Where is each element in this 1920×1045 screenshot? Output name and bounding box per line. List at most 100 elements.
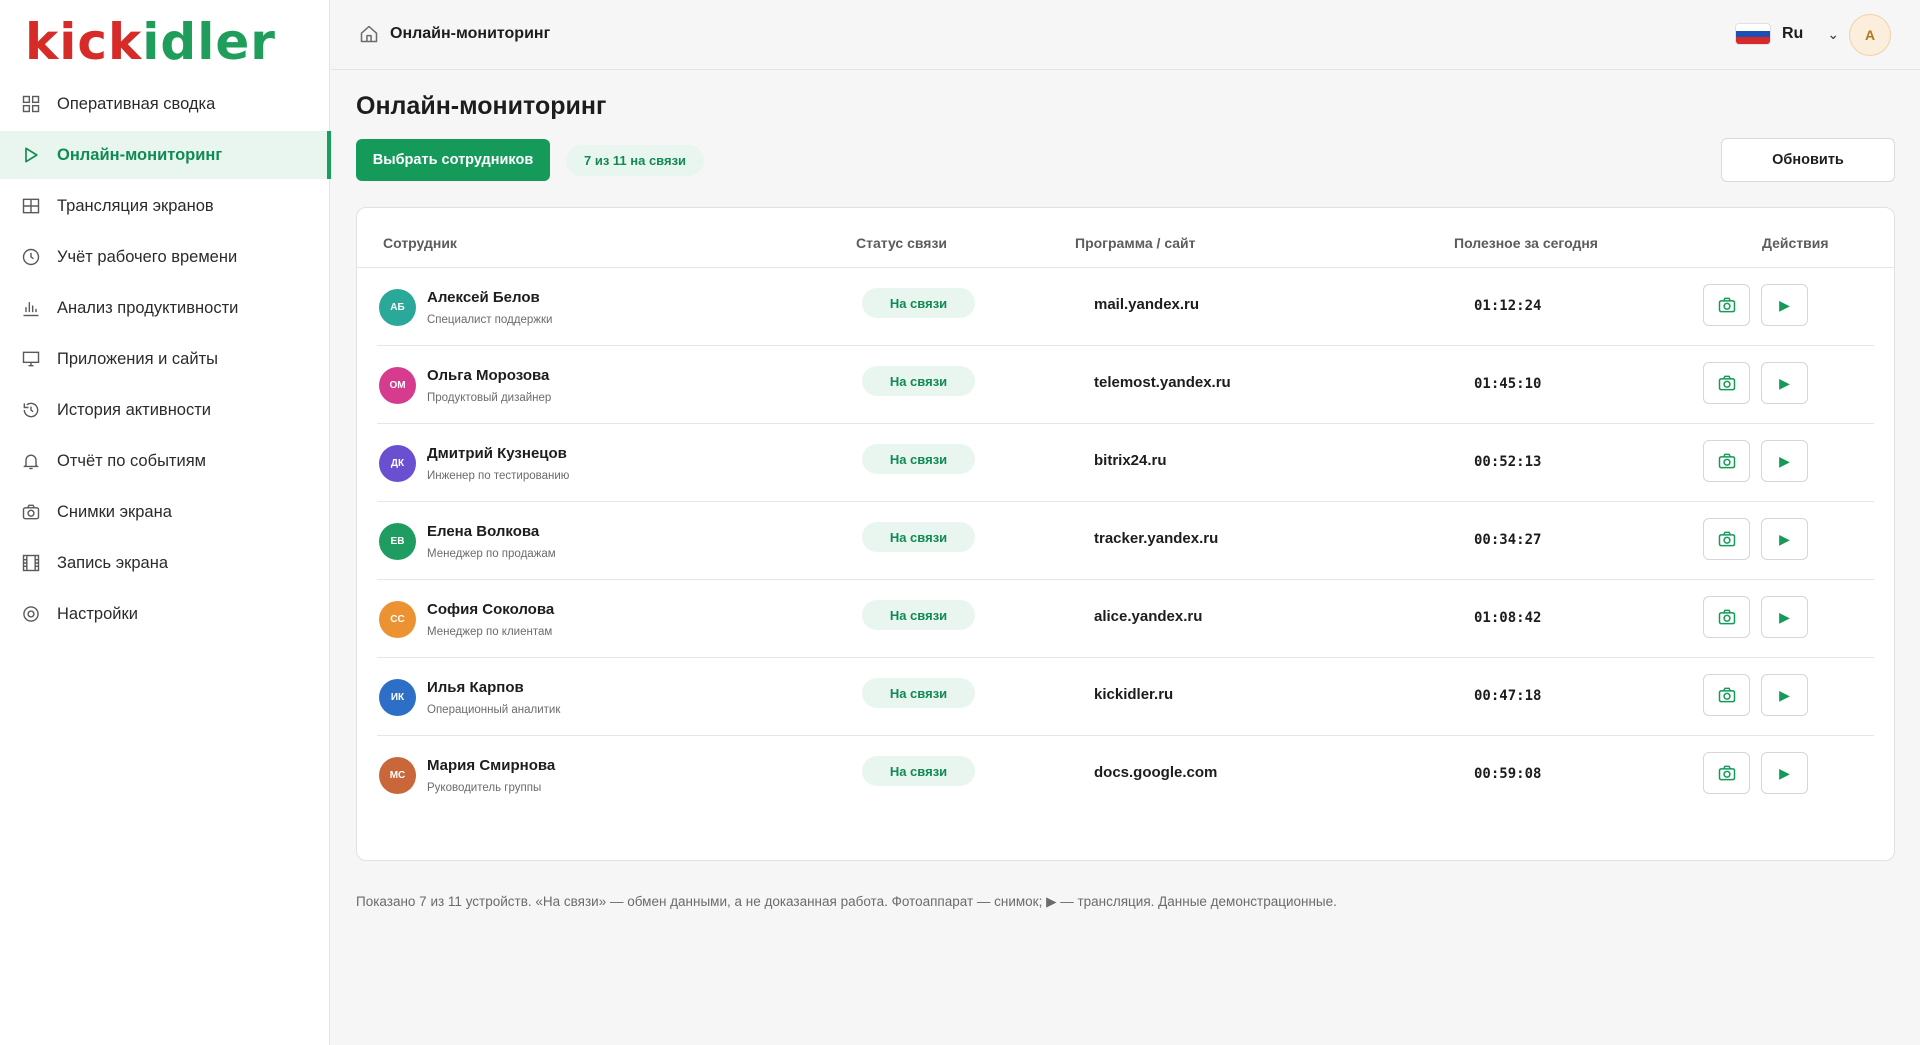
table-row[interactable]: ЕВ Елена Волкова Менеджер по продажам На св… — [377, 502, 1874, 580]
online-count-badge: 7 из 11 на связи — [566, 145, 705, 176]
sidebar-item-label: Снимки экрана — [57, 502, 172, 521]
language-selector[interactable]: Ru ⌄ — [1736, 24, 1839, 44]
play-icon: ▶ — [1779, 296, 1790, 313]
employee-role: Операционный аналитик — [427, 704, 561, 716]
employee-name[interactable]: Илья Карпов — [427, 679, 524, 696]
user-avatar[interactable]: A — [1849, 14, 1891, 56]
sidebar-item-5[interactable]: Приложения и сайты — [0, 335, 330, 383]
camera-icon — [1717, 763, 1737, 783]
screenshot-button[interactable] — [1703, 518, 1750, 560]
sidebar-item-8[interactable]: Снимки экрана — [0, 488, 330, 536]
footnote: Показано 7 из 11 устройств. «На связи» —… — [356, 894, 1337, 909]
column-header-status[interactable]: Статус связи — [856, 235, 947, 251]
live-stream-button[interactable]: ▶ — [1761, 362, 1808, 404]
column-header-employee[interactable]: Сотрудник — [383, 235, 457, 251]
play-outline-icon — [20, 144, 42, 166]
sidebar-item-label: Оперативная сводка — [57, 94, 216, 113]
sidebar-item-6[interactable]: История активности — [0, 386, 330, 434]
useful-time: 00:59:08 — [1474, 766, 1542, 782]
status-badge: На связи — [862, 288, 975, 318]
sidebar-item-2[interactable]: Трансляция экранов — [0, 182, 330, 230]
employee-name[interactable]: Дмитрий Кузнецов — [427, 445, 567, 462]
employee-role: Специалист поддержки — [427, 314, 553, 326]
live-stream-button[interactable]: ▶ — [1761, 518, 1808, 560]
table-icon — [20, 195, 42, 217]
current-app: kickidler.ru — [1094, 686, 1174, 703]
status-badge: На связи — [862, 366, 975, 396]
film-icon — [20, 552, 42, 574]
bell-icon — [20, 450, 42, 472]
employee-role: Руководитель группы — [427, 782, 542, 794]
camera-icon — [1717, 451, 1737, 471]
breadcrumb-current: Онлайн-мониторинг — [390, 25, 551, 42]
sidebar-item-10[interactable]: Настройки — [0, 590, 330, 638]
table-body: АБ Алексей Белов Специалист поддержки На св… — [357, 268, 1894, 814]
sidebar-item-9[interactable]: Запись экрана — [0, 539, 330, 587]
play-icon: ▶ — [1779, 530, 1790, 547]
employee-name[interactable]: Ольга Морозова — [427, 367, 549, 384]
breadcrumb: Онлайн-мониторинг — [359, 24, 550, 44]
column-header-app[interactable]: Программа / сайт — [1075, 235, 1196, 251]
live-stream-button[interactable]: ▶ — [1761, 674, 1808, 716]
play-icon: ▶ — [1779, 764, 1790, 781]
sidebar-item-1[interactable]: Онлайн-мониторинг — [0, 131, 331, 179]
table-row[interactable]: МС Мария Смирнова Руководитель группы На св… — [377, 736, 1874, 814]
home-icon[interactable] — [359, 24, 379, 44]
employee-avatar: ОМ — [379, 367, 416, 404]
current-app: telemost.yandex.ru — [1094, 374, 1231, 391]
table-row[interactable]: АБ Алексей Белов Специалист поддержки На св… — [377, 268, 1874, 346]
clock-icon — [20, 246, 42, 268]
sidebar-item-label: История активности — [57, 400, 212, 419]
table-row[interactable]: ИК Илья Карпов Операционный аналитик На свя… — [377, 658, 1874, 736]
sidebar-nav: Оперативная сводка Онлайн-мониторинг Транс… — [0, 80, 331, 641]
table-row[interactable]: СС София Соколова Менеджер по клиентам На с… — [377, 580, 1874, 658]
sidebar-item-label: Анализ продуктивности — [57, 298, 239, 317]
screenshot-button[interactable] — [1703, 284, 1750, 326]
employee-role: Продуктовый дизайнер — [427, 392, 552, 404]
screenshot-button[interactable] — [1703, 362, 1750, 404]
useful-time: 00:52:13 — [1474, 454, 1542, 470]
employee-avatar: ЕВ — [379, 523, 416, 560]
employee-avatar: АБ — [379, 289, 416, 326]
live-stream-button[interactable]: ▶ — [1761, 440, 1808, 482]
camera-icon — [20, 501, 42, 523]
sidebar-item-label: Трансляция экранов — [57, 196, 214, 215]
sidebar-item-4[interactable]: Анализ продуктивности — [0, 284, 330, 332]
screenshot-button[interactable] — [1703, 596, 1750, 638]
employee-role: Инженер по тестированию — [427, 470, 570, 482]
employee-name[interactable]: Елена Волкова — [427, 523, 539, 540]
employee-name[interactable]: Мария Смирнова — [427, 757, 555, 774]
employee-name[interactable]: София Соколова — [427, 601, 554, 618]
live-stream-button[interactable]: ▶ — [1761, 752, 1808, 794]
employee-name[interactable]: Алексей Белов — [427, 289, 540, 306]
sidebar-item-label: Отчёт по событиям — [57, 451, 206, 470]
useful-time: 01:08:42 — [1474, 610, 1542, 626]
screenshot-button[interactable] — [1703, 674, 1750, 716]
column-header-useful-time[interactable]: Полезное за сегодня — [1454, 235, 1598, 251]
screenshot-button[interactable] — [1703, 752, 1750, 794]
sidebar-item-7[interactable]: Отчёт по событиям — [0, 437, 330, 485]
status-badge: На связи — [862, 600, 975, 630]
sidebar-item-3[interactable]: Учёт рабочего времени — [0, 233, 330, 281]
useful-time: 00:34:27 — [1474, 532, 1542, 548]
refresh-button[interactable]: Обновить — [1721, 138, 1895, 182]
kickidler-logo[interactable]: kickidler — [25, 12, 276, 72]
sidebar-item-label: Запись экрана — [57, 553, 169, 572]
sidebar-item-label: Приложения и сайты — [57, 349, 218, 368]
live-stream-button[interactable]: ▶ — [1761, 284, 1808, 326]
select-employees-button[interactable]: Выбрать сотрудников — [356, 139, 550, 181]
sidebar-item-0[interactable]: Оперативная сводка — [0, 80, 330, 128]
table-row[interactable]: ОМ Ольга Морозова Продуктовый дизайнер На с… — [377, 346, 1874, 424]
table-row[interactable]: ДК Дмитрий Кузнецов Инженер по тестировани… — [377, 424, 1874, 502]
employee-role: Менеджер по продажам — [427, 548, 556, 560]
table-header: Сотрудник Статус связи Программа / сайт … — [357, 208, 1894, 268]
live-stream-button[interactable]: ▶ — [1761, 596, 1808, 638]
status-badge: На связи — [862, 444, 975, 474]
sidebar-item-label: Учёт рабочего времени — [57, 247, 238, 266]
screenshot-button[interactable] — [1703, 440, 1750, 482]
settings-icon — [20, 603, 42, 625]
camera-icon — [1717, 373, 1737, 393]
current-app: tracker.yandex.ru — [1094, 530, 1219, 547]
top-bar: Онлайн-мониторинг Ru ⌄ A — [331, 0, 1920, 70]
current-app: docs.google.com — [1094, 764, 1218, 781]
